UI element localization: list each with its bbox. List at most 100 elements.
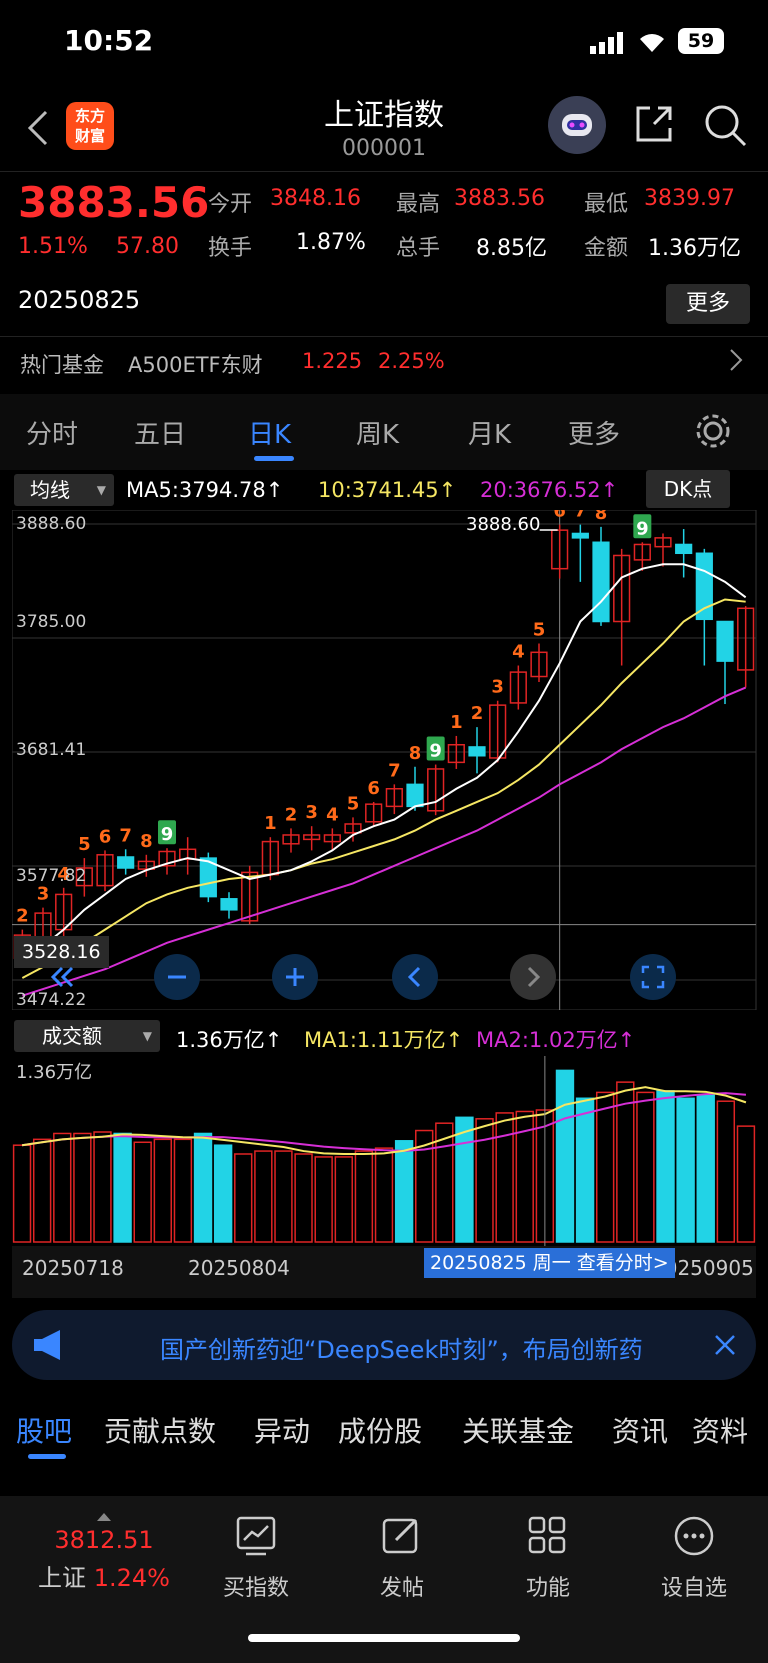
status-time: 10:52 xyxy=(64,24,154,57)
volume-bar xyxy=(12,1144,32,1243)
td-count-label: 1 xyxy=(450,712,463,733)
td-count-label: 7 xyxy=(388,760,401,781)
td-count-label: 6 xyxy=(367,778,380,799)
tab-wuri[interactable]: 五日 xyxy=(134,414,186,451)
change-percent: 1.51% xyxy=(18,234,88,259)
hot-fund-name: A500ETF东财 xyxy=(128,353,263,377)
candlestick-chart[interactable]: 2345 6 7 8 91 2 3 45678 91 23456 7 89 xyxy=(12,510,768,1010)
quote-panel: 3883.56 今开 3848.16 最高 3883.56 最低 3839.97… xyxy=(0,172,768,392)
volume-bar xyxy=(254,1150,273,1243)
mini-index-pct: 1.24% xyxy=(93,1564,170,1592)
td-count-label: 5 xyxy=(78,834,91,855)
home-indicator xyxy=(248,1634,520,1642)
status-bar: 10:52 59 xyxy=(0,0,768,84)
volume-bar xyxy=(696,1094,715,1243)
scroll-left-button[interactable] xyxy=(392,954,438,1000)
chevron-right-icon xyxy=(728,347,744,377)
period-tabs: 分时 五日 日K 周K 月K 更多 xyxy=(0,394,768,470)
tab-related-funds[interactable]: 关联基金 xyxy=(462,1410,574,1450)
volume-bar xyxy=(394,1140,414,1243)
hot-fund-row[interactable]: 热门基金 A500ETF东财 1.225 2.25% xyxy=(0,336,768,386)
crosshair-date-tooltip[interactable]: 20250825 周一 查看分时> xyxy=(424,1248,675,1278)
candle xyxy=(571,532,589,539)
current-price: 3883.56 xyxy=(18,178,210,227)
hot-fund-pct: 2.25% xyxy=(378,349,445,373)
volume-axis-label: 1.36万亿 xyxy=(16,1062,93,1083)
open-value: 3848.16 xyxy=(270,186,361,211)
low-value: 3839.97 xyxy=(644,186,735,211)
tab-more[interactable]: 更多 xyxy=(568,414,620,451)
ma5-line xyxy=(21,563,747,962)
close-icon[interactable] xyxy=(712,1332,738,1362)
dk-button[interactable]: DK点 xyxy=(646,470,730,508)
more-button[interactable]: 更多 xyxy=(666,284,750,324)
ma-selector[interactable]: 均线 ▼ xyxy=(14,474,114,506)
high-value: 3883.56 xyxy=(454,186,545,211)
zoom-out-button[interactable] xyxy=(154,954,200,1000)
mini-index-quote[interactable]: 3812.51 上证 1.24% xyxy=(24,1506,184,1593)
search-icon[interactable] xyxy=(702,102,748,152)
stock-code: 000001 xyxy=(342,136,426,161)
price-tick: 3577.82 xyxy=(16,866,87,886)
grid-icon xyxy=(528,1516,566,1554)
amount-label: 金额 xyxy=(584,236,629,261)
volume-bar xyxy=(133,1141,152,1243)
td-count-label: 4 xyxy=(512,642,525,663)
price-tick: 3785.00 xyxy=(16,612,87,632)
volume-bar xyxy=(314,1156,333,1243)
tab-active-indicator xyxy=(254,456,294,461)
tab-guba[interactable]: 股吧 xyxy=(16,1410,72,1450)
td-count-label: 6 xyxy=(553,510,566,522)
td-count-label: 9 xyxy=(429,741,442,762)
scroll-right-button[interactable] xyxy=(510,954,556,1000)
volume-bar xyxy=(234,1153,253,1243)
candle xyxy=(220,898,238,911)
tab-daily-k[interactable]: 日K xyxy=(248,414,291,451)
tab-movement[interactable]: 异动 xyxy=(254,1410,310,1450)
candle xyxy=(406,783,424,808)
volume-ma2: MA2:1.02万亿↑ xyxy=(476,1028,636,1052)
low-label: 最低 xyxy=(584,192,629,217)
volume-bar xyxy=(736,1125,756,1243)
tab-profile[interactable]: 资料 xyxy=(692,1410,748,1450)
td-count-label: 9 xyxy=(161,824,174,845)
volume-bar xyxy=(274,1150,293,1243)
high-label: 最高 xyxy=(396,192,441,217)
buy-index-button[interactable]: 买指数 xyxy=(206,1514,306,1602)
news-banner[interactable]: 国产创新药迎“DeepSeek时刻”，布局创新药 xyxy=(12,1310,756,1380)
volume-bar xyxy=(495,1112,514,1243)
gear-icon[interactable] xyxy=(694,412,732,454)
battery-level: 59 xyxy=(687,30,715,52)
volume-bar xyxy=(93,1131,112,1243)
ma10-line xyxy=(21,598,746,979)
tab-monthly-k[interactable]: 月K xyxy=(468,414,511,451)
volume-chart[interactable] xyxy=(12,1056,768,1246)
add-watchlist-button[interactable]: 设自选 xyxy=(644,1514,744,1602)
ma5-value: MA5:3794.78↑ xyxy=(126,478,284,502)
tab-news[interactable]: 资讯 xyxy=(612,1410,668,1450)
back-icon[interactable] xyxy=(26,108,50,152)
zoom-in-button[interactable] xyxy=(272,954,318,1000)
robot-avatar-icon[interactable] xyxy=(548,96,606,154)
volume-bar xyxy=(455,1116,474,1243)
tab-components[interactable]: 成份股 xyxy=(338,1410,422,1450)
tab-fenshi[interactable]: 分时 xyxy=(26,414,78,451)
mini-index-price: 3812.51 xyxy=(54,1526,154,1554)
volume-selector[interactable]: 成交额 ▼ xyxy=(14,1020,160,1052)
page-title: 上证指数 xyxy=(324,98,444,133)
volume-bar xyxy=(374,1147,394,1243)
td-count-label: 1 xyxy=(264,813,277,834)
fullscreen-button[interactable] xyxy=(630,954,676,1000)
share-icon[interactable] xyxy=(632,102,676,150)
td-count-label: 3 xyxy=(491,677,504,698)
candle xyxy=(716,620,734,662)
td-count-label: 3 xyxy=(37,884,50,905)
functions-button[interactable]: 功能 xyxy=(498,1514,598,1602)
battery-icon: 59 xyxy=(678,28,724,54)
fast-back-icon[interactable] xyxy=(40,954,80,1004)
app-logo: 东方 财富 xyxy=(66,102,114,150)
tab-contribution[interactable]: 贡献点数 xyxy=(104,1410,216,1450)
hot-fund-label: 热门基金 xyxy=(20,353,104,377)
post-button[interactable]: 发帖 xyxy=(352,1514,452,1602)
tab-weekly-k[interactable]: 周K xyxy=(356,414,399,451)
